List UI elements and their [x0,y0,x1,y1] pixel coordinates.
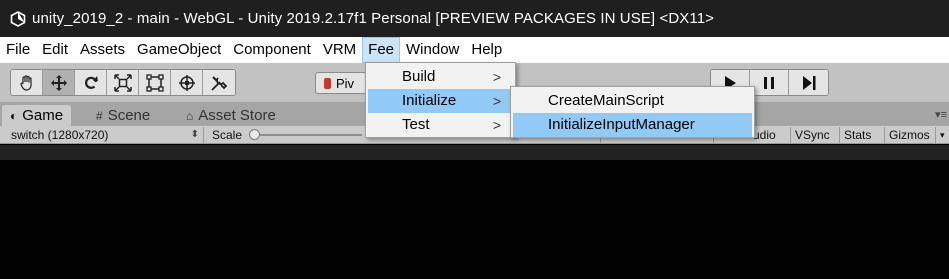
resolution-value: switch (1280x720) [11,128,109,142]
rect-tool-button[interactable] [139,70,171,95]
hand-tool-icon [19,74,32,91]
tab-asset-store[interactable]: ⌂ Asset Store [178,105,284,126]
menu-item-test[interactable]: Test > [368,113,513,137]
menu-item-build[interactable]: Build > [368,65,513,89]
title-bar: unity_2019_2 - main - WebGL - Unity 2019… [0,0,949,37]
scale-tool-icon [113,73,132,92]
pivot-icon [324,77,331,89]
move-tool-icon [50,74,67,91]
menu-edit[interactable]: Edit [36,37,74,63]
updown-arrow-icon: ⬍ [190,129,199,140]
resolution-dropdown[interactable]: switch (1280x720) ⬍ [4,127,204,143]
menu-item-initialize-label: Initialize [402,92,457,109]
step-button[interactable] [789,70,828,95]
vsync-button[interactable]: VSync [790,127,834,143]
transform-tool-button[interactable] [171,70,203,95]
chevron-right-icon: > [492,117,501,133]
unity-logo-icon [10,10,26,27]
game-view[interactable] [0,145,949,279]
menu-vrm[interactable]: VRM [317,37,362,63]
hand-tool-button[interactable] [11,70,43,95]
game-icon: ◐ [10,108,18,123]
menu-fee[interactable]: Fee [362,37,401,63]
pause-button[interactable] [750,70,789,95]
pause-icon [764,76,774,89]
menu-item-test-label: Test [402,116,430,133]
tab-scene-label: Scene [107,107,151,124]
tab-game[interactable]: ◐ Game [2,105,72,126]
menu-item-create-main-script[interactable]: CreateMainScript [513,89,752,113]
tab-asset-store-label: Asset Store [198,107,276,124]
menu-file[interactable]: File [0,37,36,63]
scale-tool-button[interactable] [107,70,139,95]
scale-slider-thumb[interactable] [249,129,260,140]
rect-tool-icon [145,73,164,92]
gizmos-button[interactable]: Gizmos [884,127,934,143]
stats-button[interactable]: Stats [839,127,875,143]
fee-menu-dropdown: Build > Initialize > Test > [365,62,516,138]
menu-window[interactable]: Window [400,37,465,63]
menu-item-initialize-input-manager-label: InitializeInputManager [548,116,695,133]
transform-tools [10,69,236,96]
menu-help[interactable]: Help [465,37,508,63]
menu-item-create-main-script-label: CreateMainScript [548,92,664,109]
window-title: unity_2019_2 - main - WebGL - Unity 2019… [32,10,714,27]
game-view-top-strip [0,145,949,160]
menu-gameobject[interactable]: GameObject [131,37,227,63]
menu-item-build-label: Build [402,68,436,85]
tab-game-label: Game [22,107,64,124]
step-icon [802,75,815,90]
scale-slider-track[interactable] [252,134,362,136]
rotate-tool-button[interactable] [75,70,107,95]
gizmos-arrow-icon[interactable]: ▾ [935,127,949,143]
custom-tool-icon [211,75,228,91]
chevron-right-icon: > [492,93,501,109]
rotate-tool-icon [84,75,98,89]
initialize-submenu: CreateMainScript InitializeInputManager [510,86,755,138]
menu-item-initialize-input-manager[interactable]: InitializeInputManager [513,113,752,137]
tab-scene[interactable]: # Scene [88,105,158,126]
menu-assets[interactable]: Assets [74,37,131,63]
menu-item-initialize[interactable]: Initialize > [368,89,513,113]
scale-label: Scale [212,128,243,142]
pivot-toggle-button[interactable]: Piv [315,72,367,94]
store-icon: ⌂ [186,108,194,123]
menu-component[interactable]: Component [227,37,317,63]
menu-bar: File Edit Assets GameObject Component VR… [0,37,949,63]
move-tool-button[interactable] [43,70,75,95]
transform-tool-icon [178,74,195,91]
chevron-right-icon: > [492,69,501,85]
custom-tool-button[interactable] [203,70,235,95]
tab-menu-icon[interactable]: ▾≡ [935,108,947,121]
pivot-label: Piv [336,75,355,91]
scene-icon: # [96,108,103,123]
